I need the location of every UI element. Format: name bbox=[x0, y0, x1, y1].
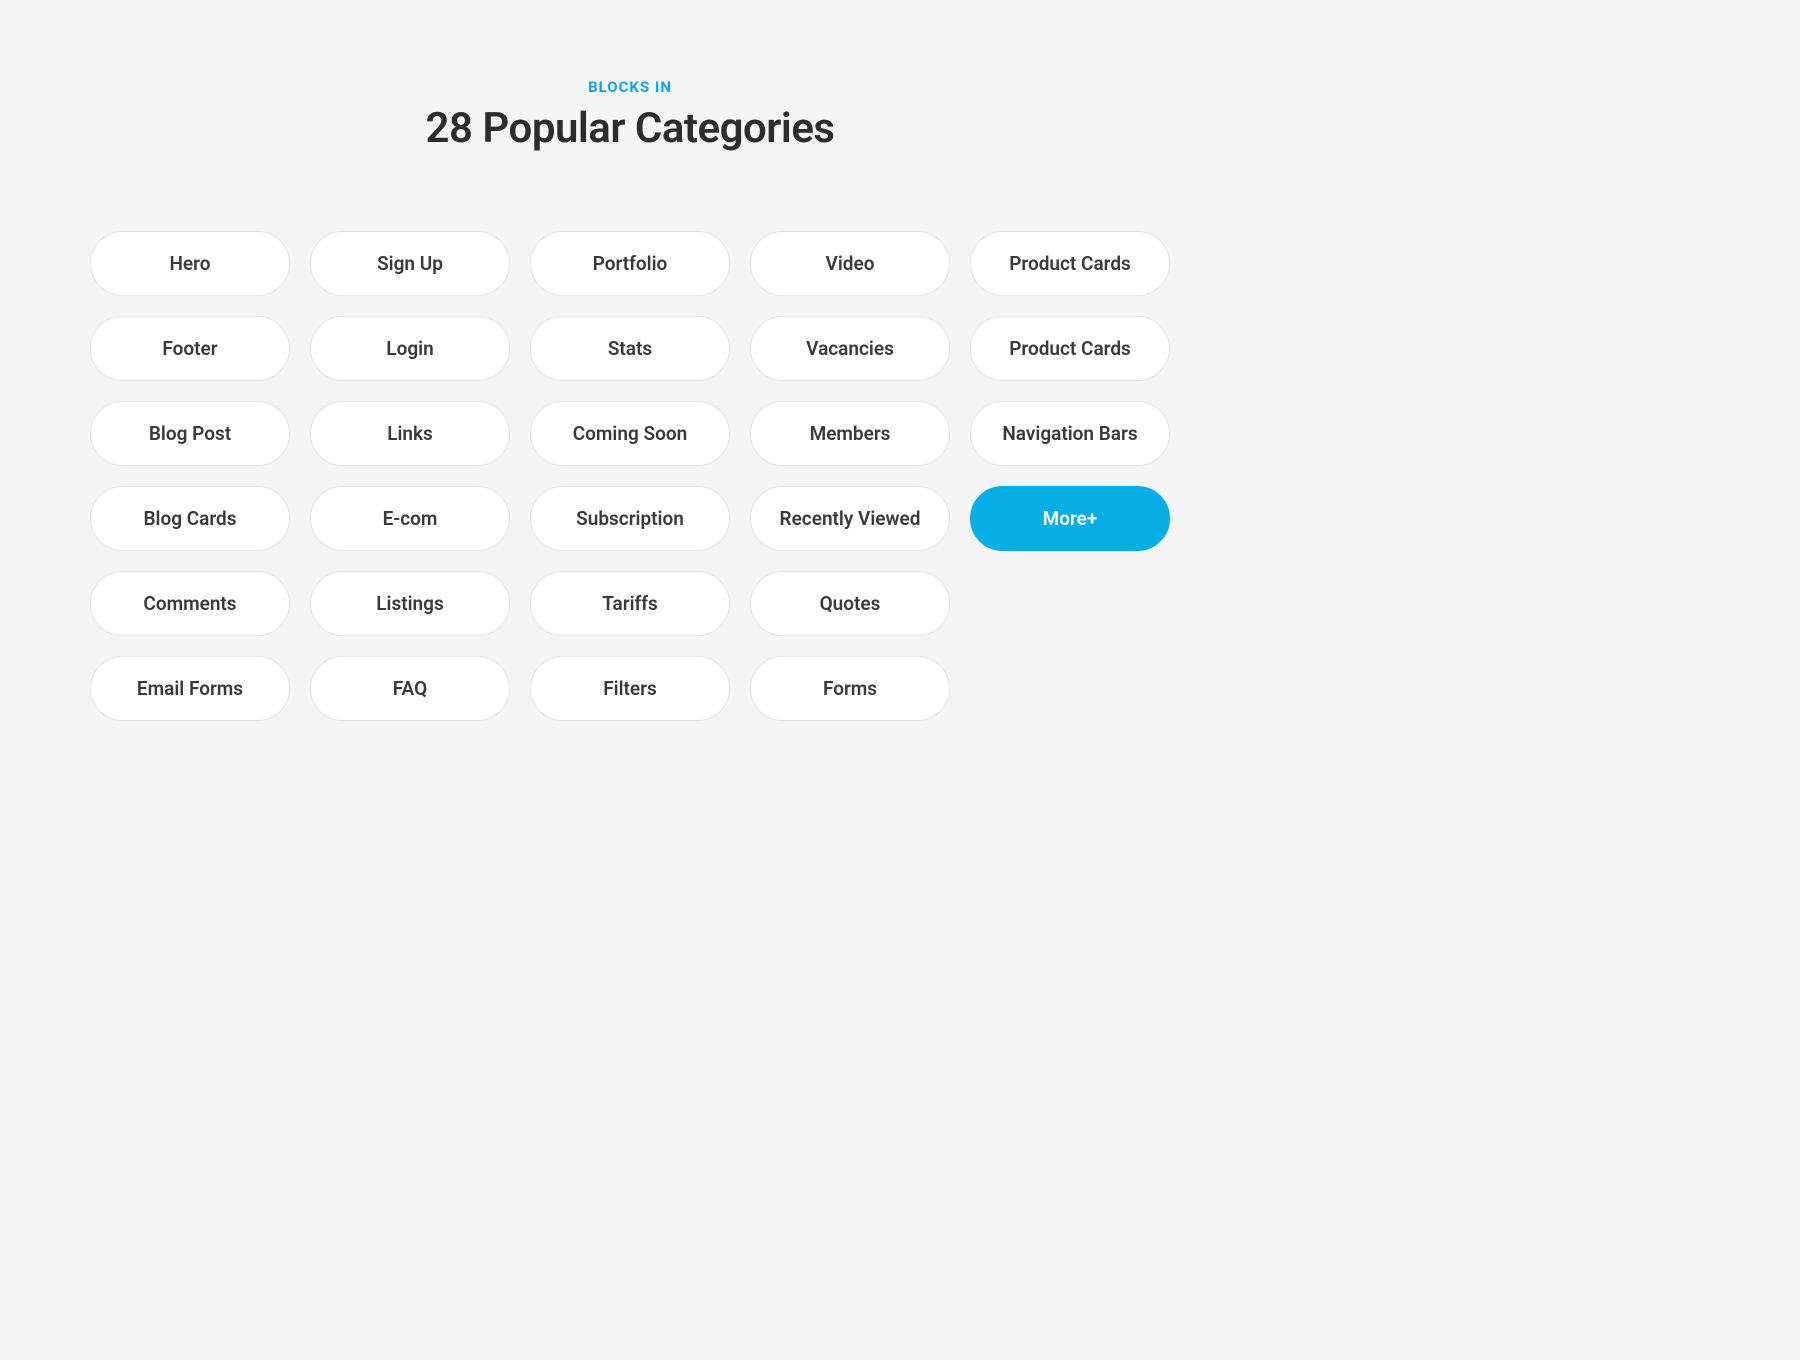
category-pill[interactable]: Navigation Bars bbox=[970, 401, 1170, 466]
category-pill[interactable]: Footer bbox=[90, 316, 290, 381]
section-title: 28 Popular Categories bbox=[425, 104, 834, 153]
category-pill[interactable]: Stats bbox=[530, 316, 730, 381]
category-pill[interactable]: Hero bbox=[90, 231, 290, 296]
category-pill[interactable]: Listings bbox=[310, 571, 510, 636]
section-eyebrow: BLOCKS IN bbox=[588, 78, 672, 96]
category-pill[interactable]: Email Forms bbox=[90, 656, 290, 721]
categories-grid: Hero Sign Up Portfolio Video Product Car… bbox=[80, 231, 1180, 721]
more-button[interactable]: More+ bbox=[970, 486, 1170, 551]
category-pill[interactable]: Product Cards bbox=[970, 231, 1170, 296]
categories-section: BLOCKS IN 28 Popular Categories Hero Sig… bbox=[80, 78, 1180, 952]
category-pill[interactable]: Links bbox=[310, 401, 510, 466]
category-pill[interactable]: Blog Post bbox=[90, 401, 290, 466]
category-pill[interactable]: Subscription bbox=[530, 486, 730, 551]
category-pill[interactable]: Blog Cards bbox=[90, 486, 290, 551]
category-pill[interactable]: Quotes bbox=[750, 571, 950, 636]
category-pill[interactable]: Product Cards bbox=[970, 316, 1170, 381]
category-pill[interactable]: Members bbox=[750, 401, 950, 466]
category-pill[interactable]: Sign Up bbox=[310, 231, 510, 296]
category-pill[interactable]: Forms bbox=[750, 656, 950, 721]
category-pill[interactable]: Tariffs bbox=[530, 571, 730, 636]
category-pill[interactable]: Filters bbox=[530, 656, 730, 721]
category-pill[interactable]: Vacancies bbox=[750, 316, 950, 381]
category-pill[interactable]: Coming Soon bbox=[530, 401, 730, 466]
category-pill[interactable]: Login bbox=[310, 316, 510, 381]
category-pill[interactable]: Recently Viewed bbox=[750, 486, 950, 551]
category-pill[interactable]: Video bbox=[750, 231, 950, 296]
category-pill[interactable]: FAQ bbox=[310, 656, 510, 721]
category-pill[interactable]: Portfolio bbox=[530, 231, 730, 296]
category-pill[interactable]: E-com bbox=[310, 486, 510, 551]
category-pill[interactable]: Comments bbox=[90, 571, 290, 636]
